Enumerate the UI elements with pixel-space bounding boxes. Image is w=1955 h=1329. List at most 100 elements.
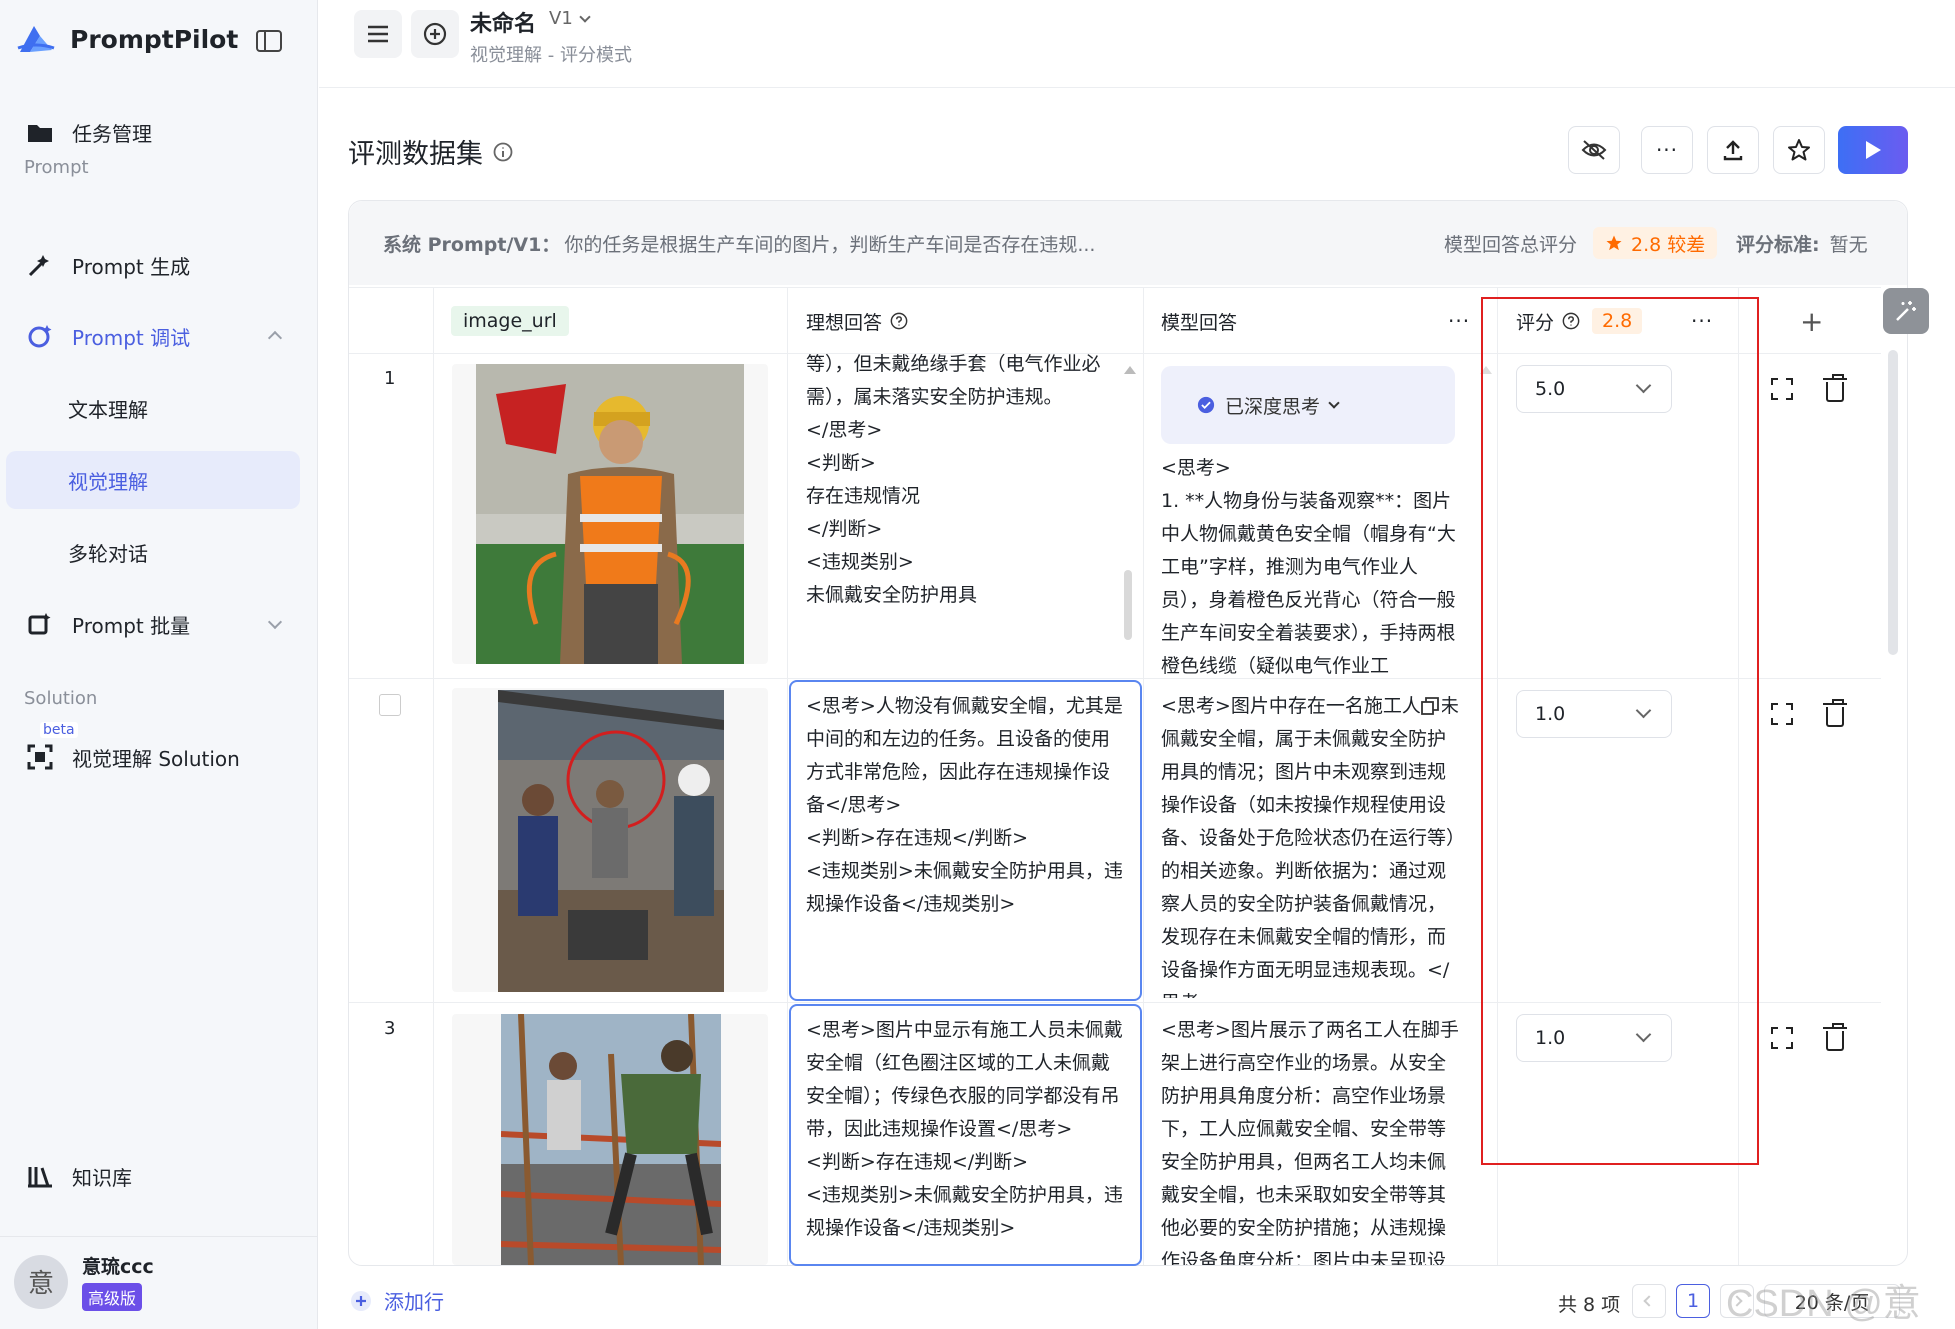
score-standard[interactable]: 评分标准: 暂无 [1736, 230, 1868, 257]
hide-button[interactable] [1568, 126, 1620, 174]
magic-button[interactable] [1883, 288, 1929, 334]
scroll-up-icon[interactable] [1124, 366, 1136, 374]
user-name: 意琉ccc [82, 1256, 154, 1278]
system-prompt[interactable]: 系统 Prompt/V1： 你的任务是根据生产车间的图片，判断生产车间是否存在违… [383, 230, 1095, 257]
expand-icon[interactable] [1771, 378, 1793, 400]
worker-photo [476, 364, 744, 664]
row-image[interactable] [452, 688, 768, 992]
add-row-button[interactable]: 添加行 [350, 1286, 444, 1315]
help-icon[interactable] [890, 312, 908, 330]
delete-icon[interactable] [1823, 1023, 1847, 1051]
deep-think-toggle[interactable]: 已深度思考 [1161, 366, 1455, 444]
check-circle-icon [1197, 396, 1215, 414]
add-button[interactable] [411, 10, 459, 58]
version-select[interactable]: V1 [549, 8, 591, 29]
play-icon [1866, 141, 1881, 159]
column-model-more-icon[interactable]: ··· [1448, 288, 1470, 354]
more-icon: ··· [1655, 138, 1679, 162]
chevron-down-icon [1328, 397, 1340, 409]
page-1-button[interactable]: 1 [1676, 1284, 1710, 1318]
total-count: 共 8 项 [1558, 1294, 1621, 1316]
star-filled-icon [1606, 235, 1622, 251]
chevron-down-icon [579, 10, 591, 23]
debug-icon [26, 322, 54, 350]
ideal-answer-cell[interactable]: <思考>人物没有佩戴安全帽，尤其是中间的和左边的任务。且设备的使用方式非常危险，… [806, 690, 1124, 990]
sidebar-item-knowledge[interactable]: 知识库 [6, 1147, 300, 1205]
divider [1143, 288, 1144, 1265]
model-answer-cell[interactable]: <思考>图片展示了两名工人在脚手架上进行高空作业的场景。从安全防护用具角度分析：… [1161, 1014, 1461, 1265]
prev-page-button[interactable] [1632, 1284, 1666, 1318]
row-checkbox[interactable] [379, 694, 401, 716]
page-title: 未命名 [470, 12, 537, 37]
sidebar-item-visual-understanding[interactable]: 视觉理解 [6, 451, 300, 509]
wand-icon [26, 251, 54, 279]
sidebar-item-task[interactable]: 任务管理 [6, 103, 300, 161]
add-row-label: 添加行 [384, 1290, 444, 1314]
ideal-answer-cell[interactable]: 等），但未戴绝缘手套（电气作业必需），属未落实安全防护违规。 </思考> <判断… [806, 348, 1116, 658]
section-solution: Solution [24, 688, 98, 709]
scan-icon [26, 743, 54, 771]
folder-icon [26, 118, 54, 146]
chevron-down-icon [267, 614, 283, 630]
column-ideal-label: 理想回答 [806, 311, 883, 334]
sidebar-item-prompt-batch[interactable]: Prompt 批量 [6, 595, 300, 653]
more-button[interactable]: ··· [1641, 126, 1693, 174]
favorite-button[interactable] [1773, 126, 1825, 174]
column-image-tag: image_url [451, 306, 569, 336]
total-score-badge: 2.8 较差 [1593, 227, 1718, 259]
column-ideal[interactable]: 理想回答 [806, 288, 908, 354]
model-answer-cell[interactable]: <思考> 1. **人物身份与装备观察**：图片中人物佩戴黄色安全帽（帽身有“大… [1161, 452, 1461, 676]
section-title-text: 评测数据集 [348, 139, 483, 170]
user-profile[interactable]: 意 意琉ccc 高级版 [14, 1252, 154, 1311]
sidebar-item-label: 知识库 [72, 1165, 132, 1190]
sidebar-item-prompt-gen[interactable]: Prompt 生成 [6, 236, 300, 294]
chevron-left-icon [1643, 1295, 1655, 1307]
brand-logo[interactable]: PromptPilot [16, 22, 238, 56]
system-prompt-text: 你的任务是根据生产车间的图片，判断生产车间是否存在违规... [564, 234, 1096, 256]
sidebar-item-label: Prompt 批量 [72, 613, 191, 638]
plus-circle-icon [351, 1290, 371, 1311]
add-column-icon[interactable]: + [1800, 288, 1823, 354]
sidebar-item-label: 多轮对话 [68, 541, 148, 566]
plan-badge: 高级版 [82, 1283, 143, 1311]
scaffold-photo [501, 1014, 721, 1265]
expand-icon[interactable] [1771, 1027, 1793, 1049]
avatar: 意 [14, 1254, 68, 1309]
eye-off-icon [1581, 140, 1607, 160]
row-image[interactable] [452, 1014, 768, 1265]
total-score-value: 2.8 较差 [1631, 233, 1706, 256]
column-model[interactable]: 模型回答 [1161, 288, 1237, 354]
info-icon[interactable] [493, 142, 513, 162]
sidebar-item-label: 文本理解 [68, 397, 148, 422]
delete-icon[interactable] [1823, 374, 1847, 402]
run-button[interactable] [1838, 126, 1908, 174]
sidebar: PromptPilot 任务管理 Prompt Prompt 生成 Prompt… [0, 0, 318, 1329]
sidebar-item-multi-turn[interactable]: 多轮对话 [6, 523, 300, 581]
copy-icon[interactable] [1420, 696, 1442, 718]
delete-icon[interactable] [1823, 699, 1847, 727]
column-image[interactable]: image_url [451, 288, 569, 354]
row-image[interactable] [452, 364, 768, 664]
divider [433, 288, 434, 1265]
model-answer-cell[interactable]: <思考>图片中存在一名施工人员未佩戴安全帽，属于未佩戴安全防护用具的情况；图片中… [1161, 690, 1461, 998]
score-standard-value: 暂无 [1829, 234, 1868, 256]
sidebar-item-prompt-debug[interactable]: Prompt 调试 [6, 307, 300, 365]
total-score-label: 模型回答总评分 [1444, 234, 1578, 256]
batch-icon [26, 610, 54, 638]
deep-think-label: 已深度思考 [1225, 395, 1321, 418]
version-label: V1 [549, 8, 573, 29]
sidebar-item-label: Prompt 调试 [72, 325, 191, 350]
sidebar-collapse-icon[interactable] [256, 30, 282, 52]
scrollbar[interactable] [1124, 570, 1132, 640]
sidebar-item-label: 视觉理解 [68, 469, 148, 494]
expand-icon[interactable] [1771, 703, 1793, 725]
row-index: 3 [384, 1018, 396, 1039]
books-icon [26, 1162, 54, 1190]
ideal-answer-cell[interactable]: <思考>图片中显示有施工人员未佩戴安全帽（红色圈注区域的工人未佩戴安全帽）；传绿… [806, 1014, 1124, 1264]
row-index: 1 [384, 368, 396, 389]
beta-badge: beta [40, 722, 78, 738]
sidebar-item-text-understanding[interactable]: 文本理解 [6, 379, 300, 437]
menu-button[interactable] [354, 10, 402, 58]
table-scrollbar[interactable] [1888, 350, 1898, 655]
export-button[interactable] [1707, 126, 1759, 174]
